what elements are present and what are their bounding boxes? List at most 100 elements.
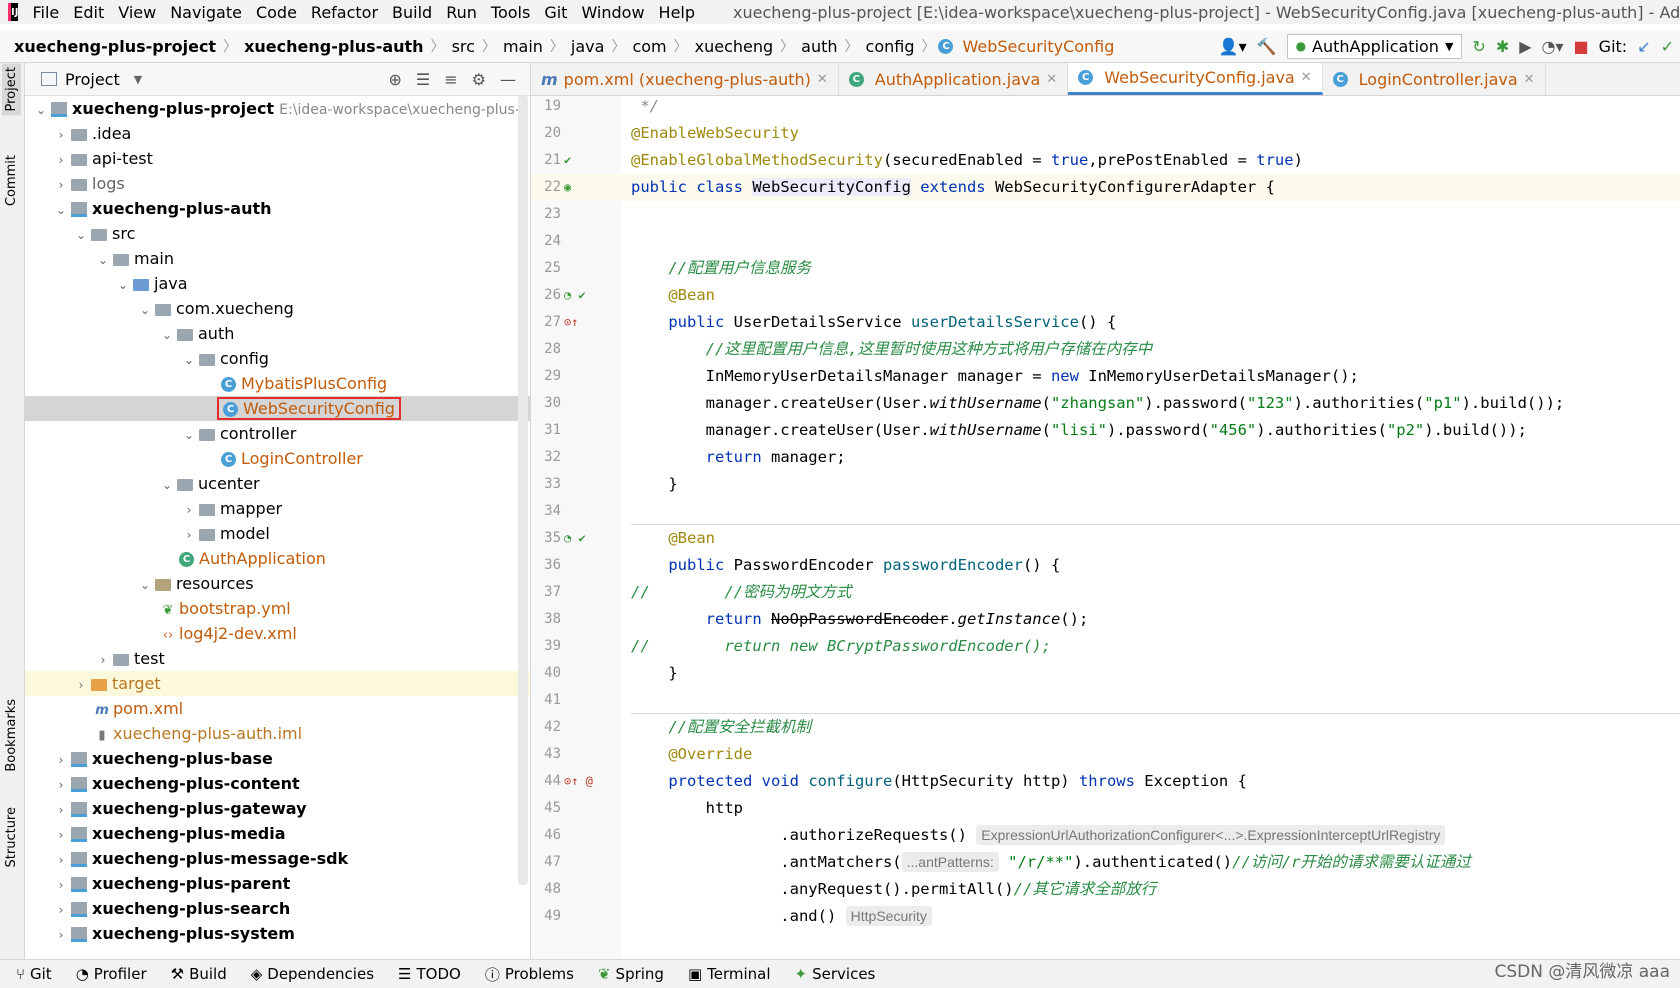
spring-bean-gutter-icon[interactable]: ✔ bbox=[564, 147, 604, 174]
bottom-tab-problems[interactable]: ⓘ Problems bbox=[485, 964, 574, 985]
close-icon[interactable]: ✕ bbox=[817, 72, 828, 87]
menu-code[interactable]: Code bbox=[256, 3, 297, 22]
breadcrumb-src[interactable]: src bbox=[448, 37, 479, 56]
locate-icon[interactable]: ⊕ bbox=[389, 70, 402, 89]
user-icon[interactable]: 👤▾ bbox=[1219, 37, 1247, 56]
chevron-right-icon[interactable]: › bbox=[53, 898, 69, 923]
tree-row[interactable]: ⌄ ucenter bbox=[25, 471, 530, 496]
chevron-right-icon[interactable]: › bbox=[53, 823, 69, 848]
tree-row[interactable]: › test bbox=[25, 646, 530, 671]
chevron-down-icon[interactable]: ⌄ bbox=[33, 98, 49, 123]
override-gutter-icon[interactable]: ⊙↑ @ bbox=[564, 768, 604, 795]
tree-row[interactable]: ‹› log4j2-dev.xml bbox=[25, 621, 530, 646]
tree-row[interactable]: › xuecheng-plus-content bbox=[25, 771, 530, 796]
tree-row[interactable]: › .idea bbox=[25, 121, 530, 146]
chevron-down-icon[interactable]: ⌄ bbox=[181, 423, 197, 448]
hammer-build-icon[interactable]: 🔨 bbox=[1257, 37, 1277, 56]
chevron-down-icon[interactable]: ⌄ bbox=[181, 348, 197, 373]
tree-row[interactable]: › xuecheng-plus-base bbox=[25, 746, 530, 771]
menu-window[interactable]: Window bbox=[581, 3, 644, 22]
tree-row[interactable]: › model bbox=[25, 521, 530, 546]
chevron-right-icon[interactable]: › bbox=[181, 523, 197, 548]
tree-row[interactable]: › xuecheng-plus-system bbox=[25, 921, 530, 946]
tree-row[interactable]: › xuecheng-plus-message-sdk bbox=[25, 846, 530, 871]
tree-row[interactable]: › xuecheng-plus-parent bbox=[25, 871, 530, 896]
chevron-down-icon[interactable]: ⌄ bbox=[159, 323, 175, 348]
spring-bean-gutter-icon[interactable]: ◔ ✔ bbox=[564, 525, 604, 552]
chevron-right-icon[interactable]: › bbox=[73, 673, 89, 698]
bottom-tab-spring[interactable]: ❦ Spring bbox=[598, 965, 664, 983]
menu-run[interactable]: Run bbox=[446, 3, 477, 22]
tree-row[interactable]: C LoginController bbox=[25, 446, 530, 471]
bottom-tab-todo[interactable]: ☰ TODO bbox=[398, 965, 461, 983]
close-icon[interactable]: ✕ bbox=[1301, 70, 1312, 85]
code-editor[interactable]: 19 */ 20 @EnableWebSecurity 21 ✔ @EnableGlo… bbox=[531, 96, 1680, 959]
chevron-down-icon[interactable]: ⌄ bbox=[159, 473, 175, 498]
breadcrumb-config[interactable]: config bbox=[862, 37, 919, 56]
tree-row[interactable]: ⌄ resources bbox=[25, 571, 530, 596]
tree-row[interactable]: ⌄ controller bbox=[25, 421, 530, 446]
breadcrumb-main[interactable]: main bbox=[499, 37, 547, 56]
breadcrumb-java[interactable]: java bbox=[567, 37, 609, 56]
tree-row[interactable]: ⌄ xuecheng-plus-auth bbox=[25, 196, 530, 221]
tool-tab-structure[interactable]: Structure bbox=[2, 803, 21, 871]
run-config-selector[interactable]: ● AuthApplication ▼ bbox=[1286, 33, 1463, 59]
bottom-tab-services[interactable]: ✦ Services bbox=[795, 965, 876, 983]
menu-tools[interactable]: Tools bbox=[491, 3, 530, 22]
chevron-right-icon[interactable]: › bbox=[53, 123, 69, 148]
tree-row[interactable]: ▮ xuecheng-plus-auth.iml bbox=[25, 721, 530, 746]
bottom-tab-git[interactable]: ⑂ Git bbox=[16, 965, 52, 983]
breadcrumb-com[interactable]: com bbox=[628, 37, 670, 56]
chevron-right-icon[interactable]: › bbox=[53, 173, 69, 198]
tree-row[interactable]: ⌄ main bbox=[25, 246, 530, 271]
close-icon[interactable]: ✕ bbox=[1524, 72, 1535, 87]
override-gutter-icon[interactable]: ⊙↑ bbox=[564, 309, 604, 336]
project-panel-title[interactable]: Project bbox=[65, 70, 120, 89]
breadcrumb-auth[interactable]: auth bbox=[797, 37, 841, 56]
menu-edit[interactable]: Edit bbox=[73, 3, 104, 22]
gear-icon[interactable]: ⚙ bbox=[472, 70, 486, 89]
chevron-down-icon[interactable]: ⌄ bbox=[53, 198, 69, 223]
bottom-tab-build[interactable]: ⚒ Build bbox=[171, 965, 227, 983]
breadcrumb-class[interactable]: WebSecurityConfig bbox=[958, 37, 1118, 56]
git-commit-icon[interactable]: ✓ bbox=[1661, 37, 1674, 56]
tree-row[interactable]: ⌄ com.xuecheng bbox=[25, 296, 530, 321]
tool-tab-bookmarks[interactable]: Bookmarks bbox=[2, 695, 21, 776]
tree-row[interactable]: › xuecheng-plus-gateway bbox=[25, 796, 530, 821]
debug-icon[interactable]: ✱ bbox=[1496, 37, 1509, 56]
chevron-down-icon[interactable]: ⌄ bbox=[137, 573, 153, 598]
chevron-right-icon[interactable]: › bbox=[53, 773, 69, 798]
chevron-down-icon[interactable]: ⌄ bbox=[115, 273, 131, 298]
breadcrumb-module[interactable]: xuecheng-plus-auth bbox=[240, 37, 428, 56]
tab-web-security-config[interactable]: C WebSecurityConfig.java ✕ bbox=[1068, 63, 1323, 95]
collapse-all-icon[interactable]: ≡ bbox=[444, 70, 457, 89]
tree-row[interactable]: › logs bbox=[25, 171, 530, 196]
tree-row-root[interactable]: ⌄ xuecheng-plus-project E:\idea-workspace… bbox=[25, 96, 530, 121]
intellij-logo-icon[interactable]: IJ bbox=[8, 3, 19, 21]
spring-bean-gutter-icon[interactable]: ◉ bbox=[564, 174, 604, 201]
chevron-right-icon[interactable]: › bbox=[53, 848, 69, 873]
tree-row[interactable]: ⌄ src bbox=[25, 221, 530, 246]
tree-row[interactable]: › target bbox=[25, 671, 530, 696]
stop-icon[interactable]: ■ bbox=[1574, 37, 1589, 56]
profile-icon[interactable]: ◔▾ bbox=[1542, 37, 1564, 56]
tree-row[interactable]: › mapper bbox=[25, 496, 530, 521]
tab-pom-xml[interactable]: m pom.xml (xuecheng-plus-auth) ✕ bbox=[531, 63, 839, 95]
spring-bean-gutter-icon[interactable]: ◔ ✔ bbox=[564, 282, 604, 309]
hide-icon[interactable]: — bbox=[500, 70, 516, 89]
tab-login-controller[interactable]: C LoginController.java ✕ bbox=[1323, 63, 1546, 95]
breadcrumb-project[interactable]: xuecheng-plus-project bbox=[10, 37, 220, 56]
chevron-right-icon[interactable]: › bbox=[181, 498, 197, 523]
tool-tab-project[interactable]: Project bbox=[2, 63, 21, 116]
tree-row-selected[interactable]: C WebSecurityConfig bbox=[25, 396, 530, 421]
chevron-right-icon[interactable]: › bbox=[95, 648, 111, 673]
git-update-icon[interactable]: ↙ bbox=[1637, 37, 1650, 56]
tree-row[interactable]: ❦ bootstrap.yml bbox=[25, 596, 530, 621]
menu-git[interactable]: Git bbox=[544, 3, 567, 22]
menu-view[interactable]: View bbox=[118, 3, 156, 22]
tree-row[interactable]: › xuecheng-plus-search bbox=[25, 896, 530, 921]
tree-row[interactable]: ⌄ config bbox=[25, 346, 530, 371]
chevron-right-icon[interactable]: › bbox=[53, 798, 69, 823]
chevron-down-icon[interactable]: ⌄ bbox=[73, 223, 89, 248]
tree-row[interactable]: C MybatisPlusConfig bbox=[25, 371, 530, 396]
